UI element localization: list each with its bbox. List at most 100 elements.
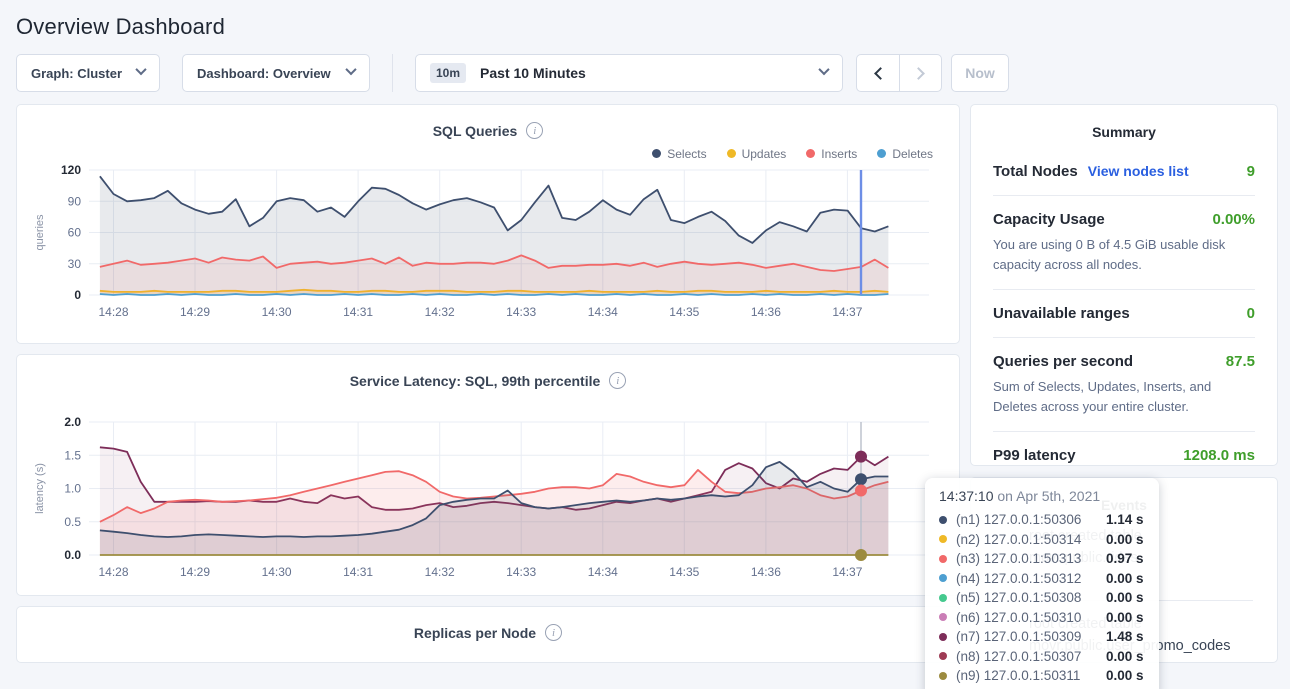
sql-queries-title: SQL Queries [433,123,518,139]
node-color-dot-icon [939,613,947,621]
legend-dot-icon [877,149,886,158]
chart-hover-tooltip: 14:37:10 on Apr 5th, 2021 (n1) 127.0.0.1… [925,478,1159,689]
svg-text:14:30: 14:30 [262,565,292,579]
svg-text:14:31: 14:31 [343,565,373,579]
legend-dot-icon [652,149,661,158]
legend-item-updates[interactable]: Updates [727,146,787,161]
node-address: (n2) 127.0.0.1:50314 [956,532,1106,547]
node-latency-value: 1.14 s [1106,512,1144,527]
node-latency-value: 0.00 s [1106,571,1144,586]
replicas-per-node-panel: Replicas per Node i [16,606,960,663]
now-button[interactable]: Now [951,54,1009,92]
node-address: (n8) 127.0.0.1:50307 [956,649,1106,664]
tooltip-rows: (n1) 127.0.0.1:503061.14 s(n2) 127.0.0.1… [939,510,1145,686]
svg-text:14:34: 14:34 [588,565,618,579]
svg-text:14:32: 14:32 [425,305,455,319]
time-range-label: Past 10 Minutes [480,65,586,81]
sql-queries-chart[interactable]: 14:2814:2914:3014:3114:3214:3314:3414:35… [31,161,943,325]
legend-dot-icon [806,149,815,158]
node-color-dot-icon [939,672,947,680]
svg-text:120: 120 [61,163,81,177]
legend-item-deletes[interactable]: Deletes [877,146,933,161]
node-address: (n5) 127.0.0.1:50308 [956,590,1106,605]
info-icon[interactable]: i [526,122,543,139]
node-address: (n4) 127.0.0.1:50312 [956,571,1106,586]
node-address: (n3) 127.0.0.1:50313 [956,551,1106,566]
tooltip-node-row: (n7) 127.0.0.1:503091.48 s [939,627,1145,647]
dashboard-dropdown[interactable]: Dashboard: Overview [182,54,370,92]
sql-queries-header: SQL Queries i [17,122,959,139]
node-color-dot-icon [939,574,947,582]
summary-capacity-row: Capacity Usage 0.00% You are using 0 B o… [993,196,1255,290]
chevron-down-icon [818,64,829,75]
tooltip-node-row: (n8) 127.0.0.1:503070.00 s [939,647,1145,667]
node-color-dot-icon [939,535,947,543]
svg-text:14:33: 14:33 [506,565,536,579]
svg-text:0.0: 0.0 [64,548,81,562]
legend-item-inserts[interactable]: Inserts [806,146,857,161]
chevron-down-icon [345,64,356,75]
chevron-right-icon [912,67,925,80]
svg-text:1.0: 1.0 [64,482,81,496]
svg-text:90: 90 [68,194,82,208]
node-latency-value: 0.00 s [1106,668,1144,683]
p99-latency-label: P99 latency [993,447,1076,464]
graph-scope-label: Graph: Cluster [31,66,122,81]
time-range-badge: 10m [430,63,466,83]
node-address: (n1) 127.0.0.1:50306 [956,512,1106,527]
service-latency-header: Service Latency: SQL, 99th percentile i [17,372,959,389]
node-latency-value: 0.97 s [1106,551,1144,566]
svg-text:14:36: 14:36 [751,565,781,579]
time-step-back-button[interactable] [857,55,899,91]
legend-item-selects[interactable]: Selects [652,146,706,161]
tooltip-node-row: (n9) 127.0.0.1:503110.00 s [939,666,1145,686]
service-latency-title: Service Latency: SQL, 99th percentile [350,373,601,389]
node-color-dot-icon [939,633,947,641]
node-color-dot-icon [939,516,947,524]
node-latency-value: 0.00 s [1106,532,1144,547]
summary-unavailable-row: Unavailable ranges 0 [993,290,1255,338]
qps-description: Sum of Selects, Updates, Inserts, and De… [993,377,1255,416]
service-latency-chart[interactable]: 14:2814:2914:3014:3114:3214:3314:3414:35… [31,413,943,585]
svg-text:1.5: 1.5 [64,448,81,462]
unavailable-ranges-label: Unavailable ranges [993,305,1130,322]
p99-latency-value: 1208.0 ms [1183,447,1255,464]
legend-label: Selects [667,147,706,161]
svg-text:14:37: 14:37 [832,305,862,319]
service-latency-panel: Service Latency: SQL, 99th percentile i … [16,354,960,596]
page-title: Overview Dashboard [0,0,1290,40]
legend-label: Deletes [892,147,933,161]
info-icon[interactable]: i [609,372,626,389]
view-nodes-list-link[interactable]: View nodes list [1088,163,1189,179]
svg-text:14:28: 14:28 [98,305,128,319]
unavailable-ranges-value: 0 [1247,305,1255,322]
tooltip-timestamp: 14:37:10 on Apr 5th, 2021 [939,488,1145,504]
dashboard-controls: Graph: Cluster Dashboard: Overview 10m P… [16,54,1274,92]
node-address: (n6) 127.0.0.1:50310 [956,610,1106,625]
tooltip-node-row: (n3) 127.0.0.1:503130.97 s [939,549,1145,569]
tooltip-node-row: (n1) 127.0.0.1:503061.14 s [939,510,1145,530]
info-icon[interactable]: i [545,624,562,641]
svg-text:14:31: 14:31 [343,305,373,319]
replicas-header: Replicas per Node i [17,624,959,641]
svg-text:30: 30 [68,257,82,271]
node-latency-value: 0.00 s [1106,610,1144,625]
toolbar-divider [392,54,393,92]
svg-text:14:34: 14:34 [588,305,618,319]
summary-total-nodes-row: Total Nodes View nodes list 9 [993,148,1255,196]
time-step-forward-button[interactable] [899,55,941,91]
capacity-usage-label: Capacity Usage [993,211,1105,228]
summary-title: Summary [993,124,1255,140]
capacity-usage-description: You are using 0 B of 4.5 GiB usable disk… [993,235,1255,274]
svg-text:14:32: 14:32 [425,565,455,579]
graph-scope-dropdown[interactable]: Graph: Cluster [16,54,160,92]
legend-dot-icon [727,149,736,158]
time-range-dropdown[interactable]: 10m Past 10 Minutes [415,54,843,92]
svg-text:0: 0 [74,288,81,302]
svg-text:latency (s): latency (s) [34,463,46,514]
node-address: (n9) 127.0.0.1:50311 [956,668,1106,683]
chevron-down-icon [135,64,146,75]
sql-queries-panel: SQL Queries i Selects Updates Inserts Delet… [16,104,960,344]
node-address: (n7) 127.0.0.1:50309 [956,629,1106,644]
sql-queries-legend: Selects Updates Inserts Deletes [17,139,959,161]
